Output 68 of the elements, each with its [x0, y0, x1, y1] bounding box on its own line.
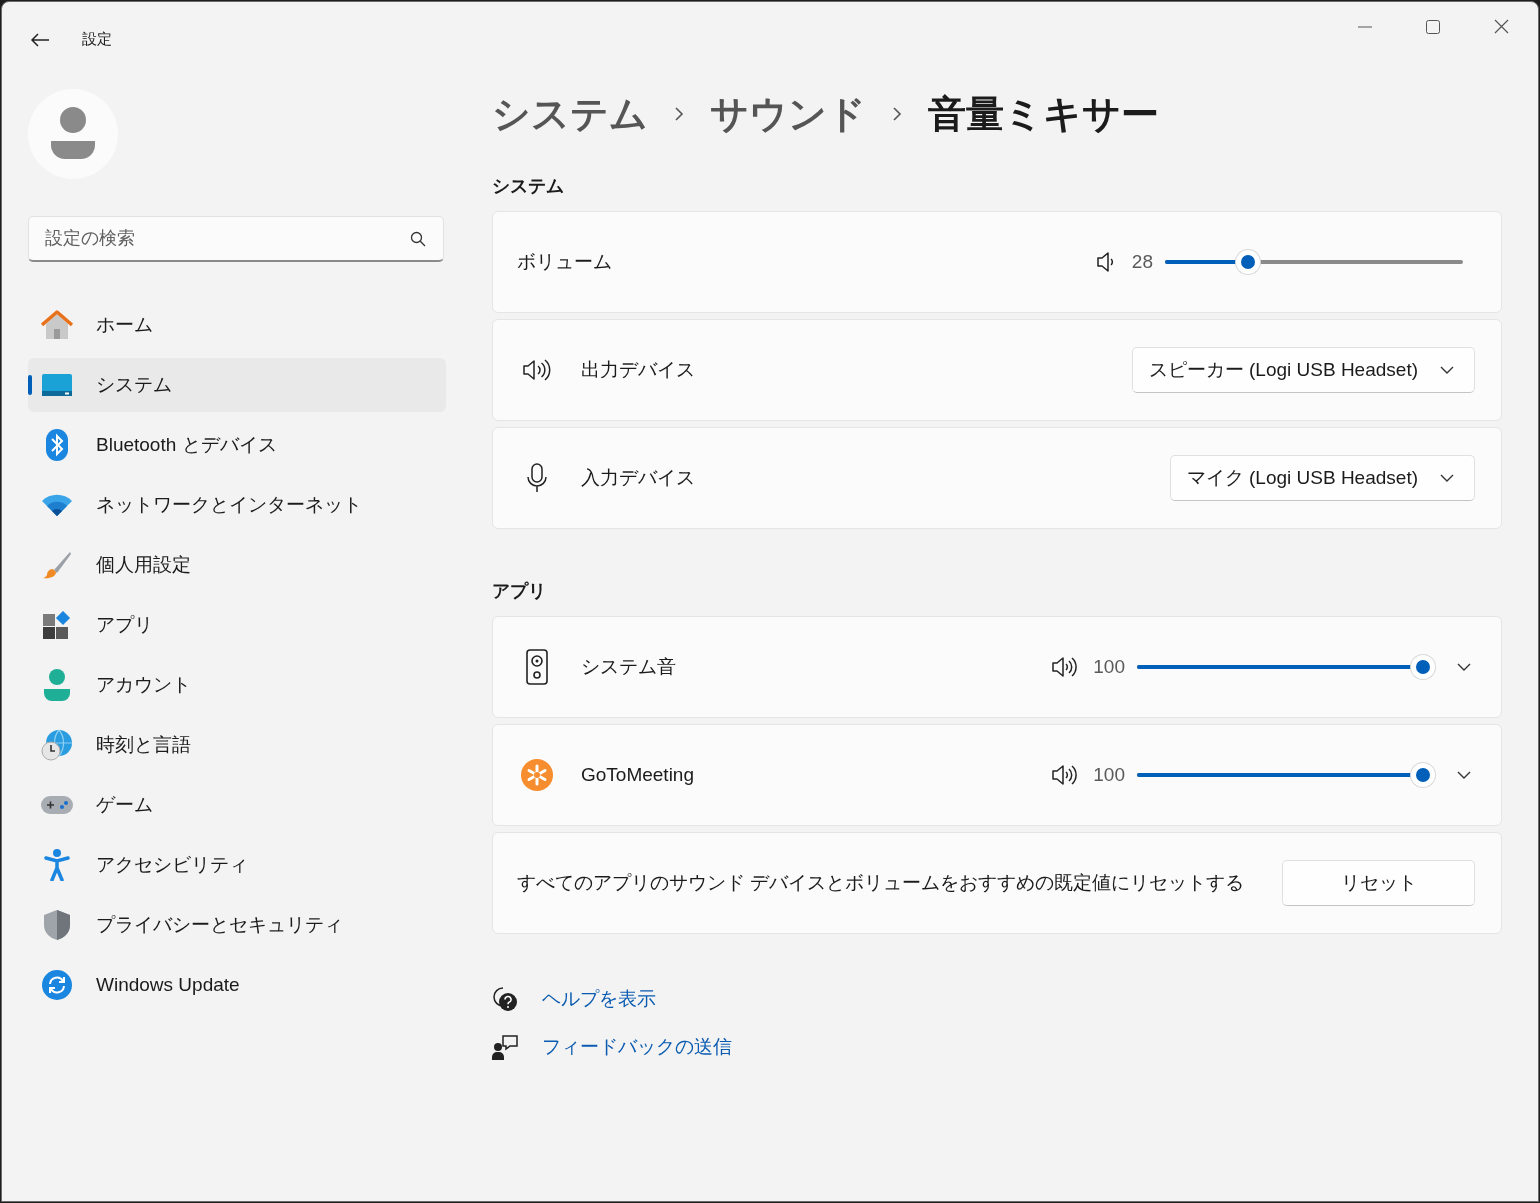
window-title: 設定 — [82, 30, 112, 49]
chevron-right-icon — [674, 106, 684, 122]
row-label: すべてのアプリのサウンド デバイスとボリュームをおすすめの既定値にリセットする — [517, 871, 1245, 895]
volume-value: 100 — [1093, 764, 1125, 786]
sync-icon — [42, 970, 72, 1000]
house-icon — [41, 310, 73, 340]
feedback-person-icon — [492, 1034, 518, 1060]
chevron-down-icon — [1457, 663, 1471, 671]
section-heading: システム — [492, 175, 565, 198]
globe-clock-icon — [41, 729, 73, 761]
nav-item[interactable]: 個人用設定 — [28, 538, 446, 592]
breadcrumb-link[interactable]: サウンド — [710, 88, 866, 140]
page-title: 音量ミキサー — [928, 91, 1159, 137]
speaker-box-icon — [526, 649, 548, 685]
app-tiles-icon — [43, 611, 71, 639]
device-dropdown[interactable]: マイク (Logi USB Headset) — [1169, 455, 1475, 501]
search-icon[interactable] — [410, 231, 426, 247]
breadcrumb-link[interactable]: システム — [492, 88, 648, 140]
monitor-icon — [42, 374, 72, 396]
speaker-icon — [522, 358, 552, 382]
row-label: 入力デバイス — [581, 466, 695, 490]
slider-thumb[interactable] — [1411, 655, 1435, 679]
nav-item[interactable]: 時刻と言語 — [28, 718, 446, 772]
chevron-right-icon — [892, 106, 902, 122]
wifi-icon — [42, 494, 72, 516]
chevron-down-icon — [1440, 474, 1454, 482]
help-link[interactable]: ヘルプを表示 — [542, 986, 656, 1012]
help-chat-icon — [492, 986, 518, 1012]
volume-value: 100 — [1093, 656, 1125, 678]
volume-value: 28 — [1131, 251, 1153, 273]
bluetooth-icon — [46, 429, 68, 461]
nav-item[interactable]: プライバシーとセキュリティ — [28, 898, 446, 952]
row-label: 出力デバイス — [581, 358, 695, 382]
accessibility-person-icon — [44, 849, 70, 881]
device-dropdown[interactable]: スピーカー (Logi USB Headset) — [1131, 347, 1475, 393]
nav-item[interactable]: ホーム — [28, 298, 446, 352]
person-icon — [44, 669, 70, 701]
search-field[interactable]: 設定の検索 — [28, 216, 444, 262]
selection-indicator — [28, 375, 32, 395]
speaker-icon — [1051, 764, 1078, 786]
speaker-icon — [1051, 656, 1078, 678]
slider-thumb[interactable] — [1236, 250, 1261, 274]
reset-button[interactable]: リセット — [1282, 860, 1475, 906]
maximize-icon[interactable] — [1426, 19, 1440, 34]
nav-item[interactable]: アプリ — [28, 598, 446, 652]
nav-item[interactable]: システム — [28, 358, 446, 412]
nav-item[interactable]: Bluetooth とデバイス — [28, 418, 446, 472]
chevron-down-icon — [1440, 366, 1454, 374]
back-arrow-icon[interactable] — [30, 31, 50, 48]
app-logo-icon — [521, 759, 553, 791]
close-icon[interactable] — [1494, 19, 1509, 34]
nav-item[interactable]: Windows Update — [28, 958, 446, 1012]
nav-item[interactable]: ゲーム — [28, 778, 446, 832]
nav-item[interactable]: ネットワークとインターネット — [28, 478, 446, 532]
nav-item[interactable]: アクセシビリティ — [28, 838, 446, 892]
section-heading: アプリ — [492, 580, 547, 603]
chevron-down-icon — [1457, 771, 1471, 779]
row-label: ボリューム — [517, 250, 612, 274]
speaker-icon — [1095, 251, 1116, 273]
nav-item[interactable]: アカウント — [28, 658, 446, 712]
gamepad-icon — [41, 794, 73, 816]
paintbrush-icon — [42, 550, 72, 580]
help-link[interactable]: フィードバックの送信 — [542, 1034, 732, 1060]
microphone-icon — [527, 463, 547, 493]
row-label: GoToMeeting — [581, 764, 694, 786]
row-label: システム音 — [581, 655, 676, 679]
shield-icon — [43, 909, 71, 941]
slider-thumb[interactable] — [1411, 763, 1435, 787]
